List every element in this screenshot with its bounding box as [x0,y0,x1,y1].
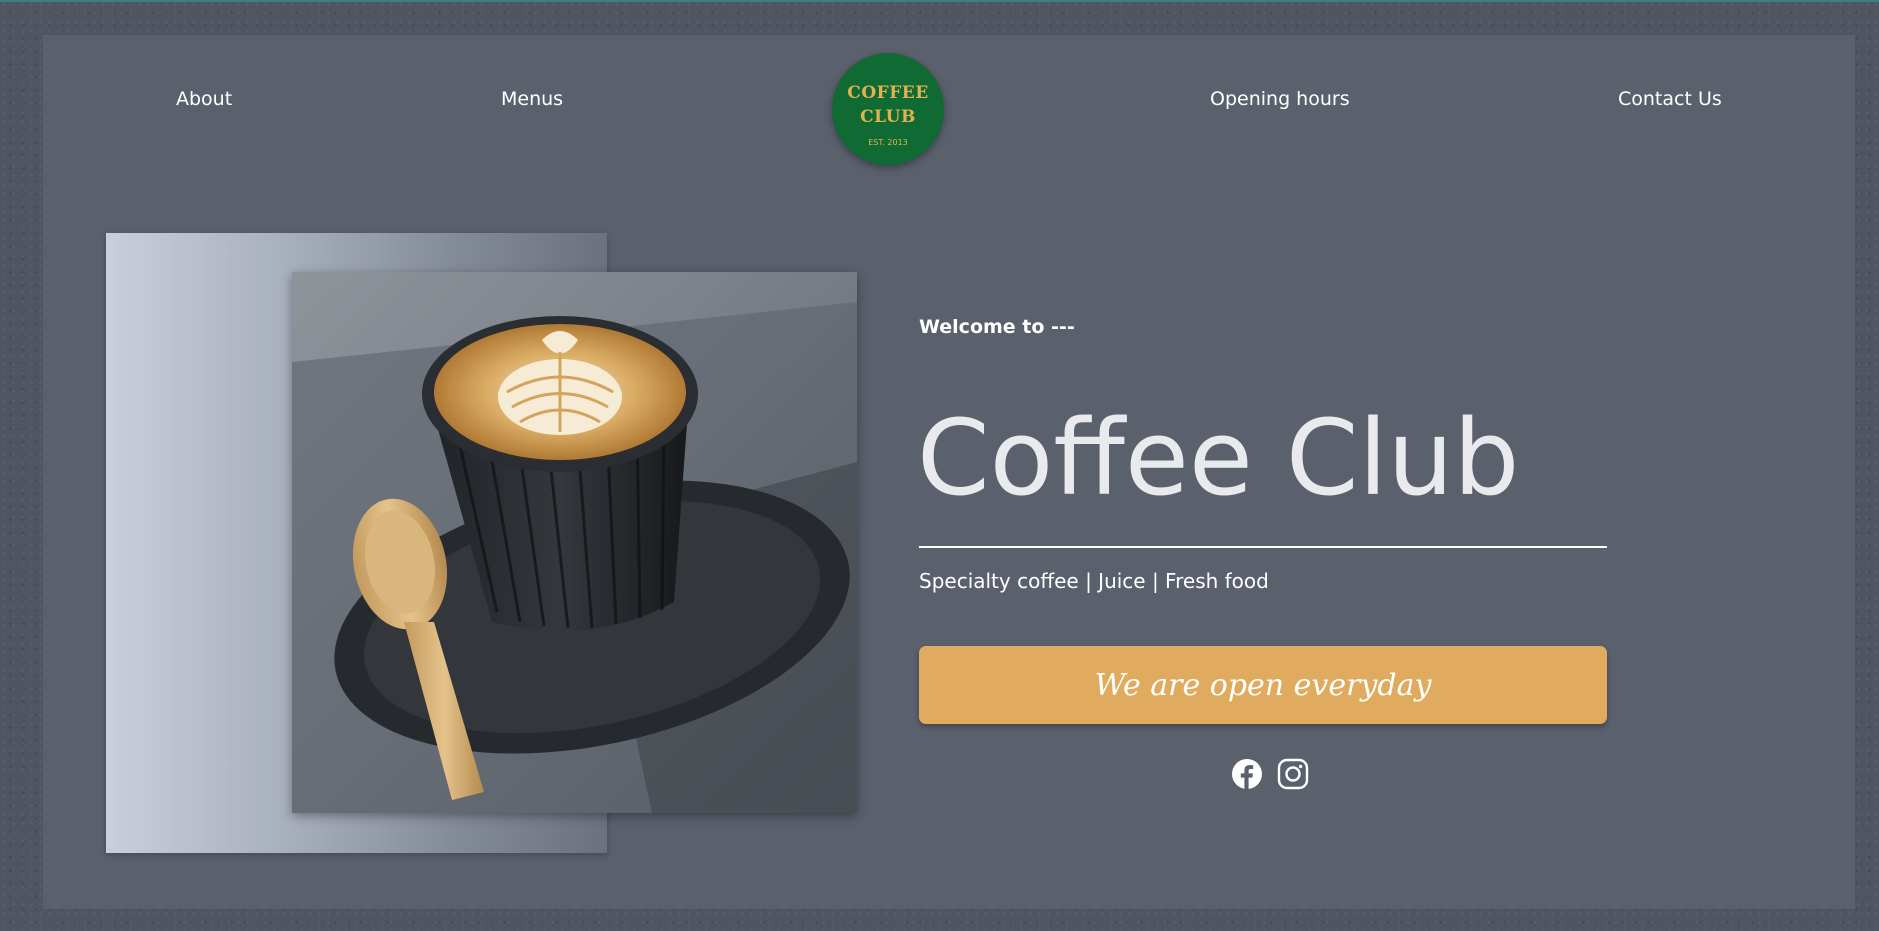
logo-text-coffee: COFFEE [847,83,929,103]
hero-subtitle: Specialty coffee | Juice | Fresh food [919,569,1269,593]
nav-about[interactable]: About [176,88,232,110]
nav-opening-hours[interactable]: Opening hours [1210,88,1350,110]
logo-text-club: CLUB [860,107,916,127]
nav-menus[interactable]: Menus [501,88,563,110]
instagram-icon[interactable] [1277,758,1309,790]
latte-photo [292,272,857,813]
welcome-text: Welcome to --- [919,316,1075,338]
facebook-icon[interactable] [1231,758,1263,790]
top-accent-line [0,0,1879,2]
logo-established: EST. 2013 [868,138,908,147]
title-divider [919,546,1607,548]
open-everyday-button[interactable]: We are open everyday [919,646,1607,724]
nav-contact-us[interactable]: Contact Us [1618,88,1722,110]
hero-title: Coffee Club [917,397,1520,519]
coffee-club-logo[interactable]: COFFEE CLUB EST. 2013 [832,53,944,165]
